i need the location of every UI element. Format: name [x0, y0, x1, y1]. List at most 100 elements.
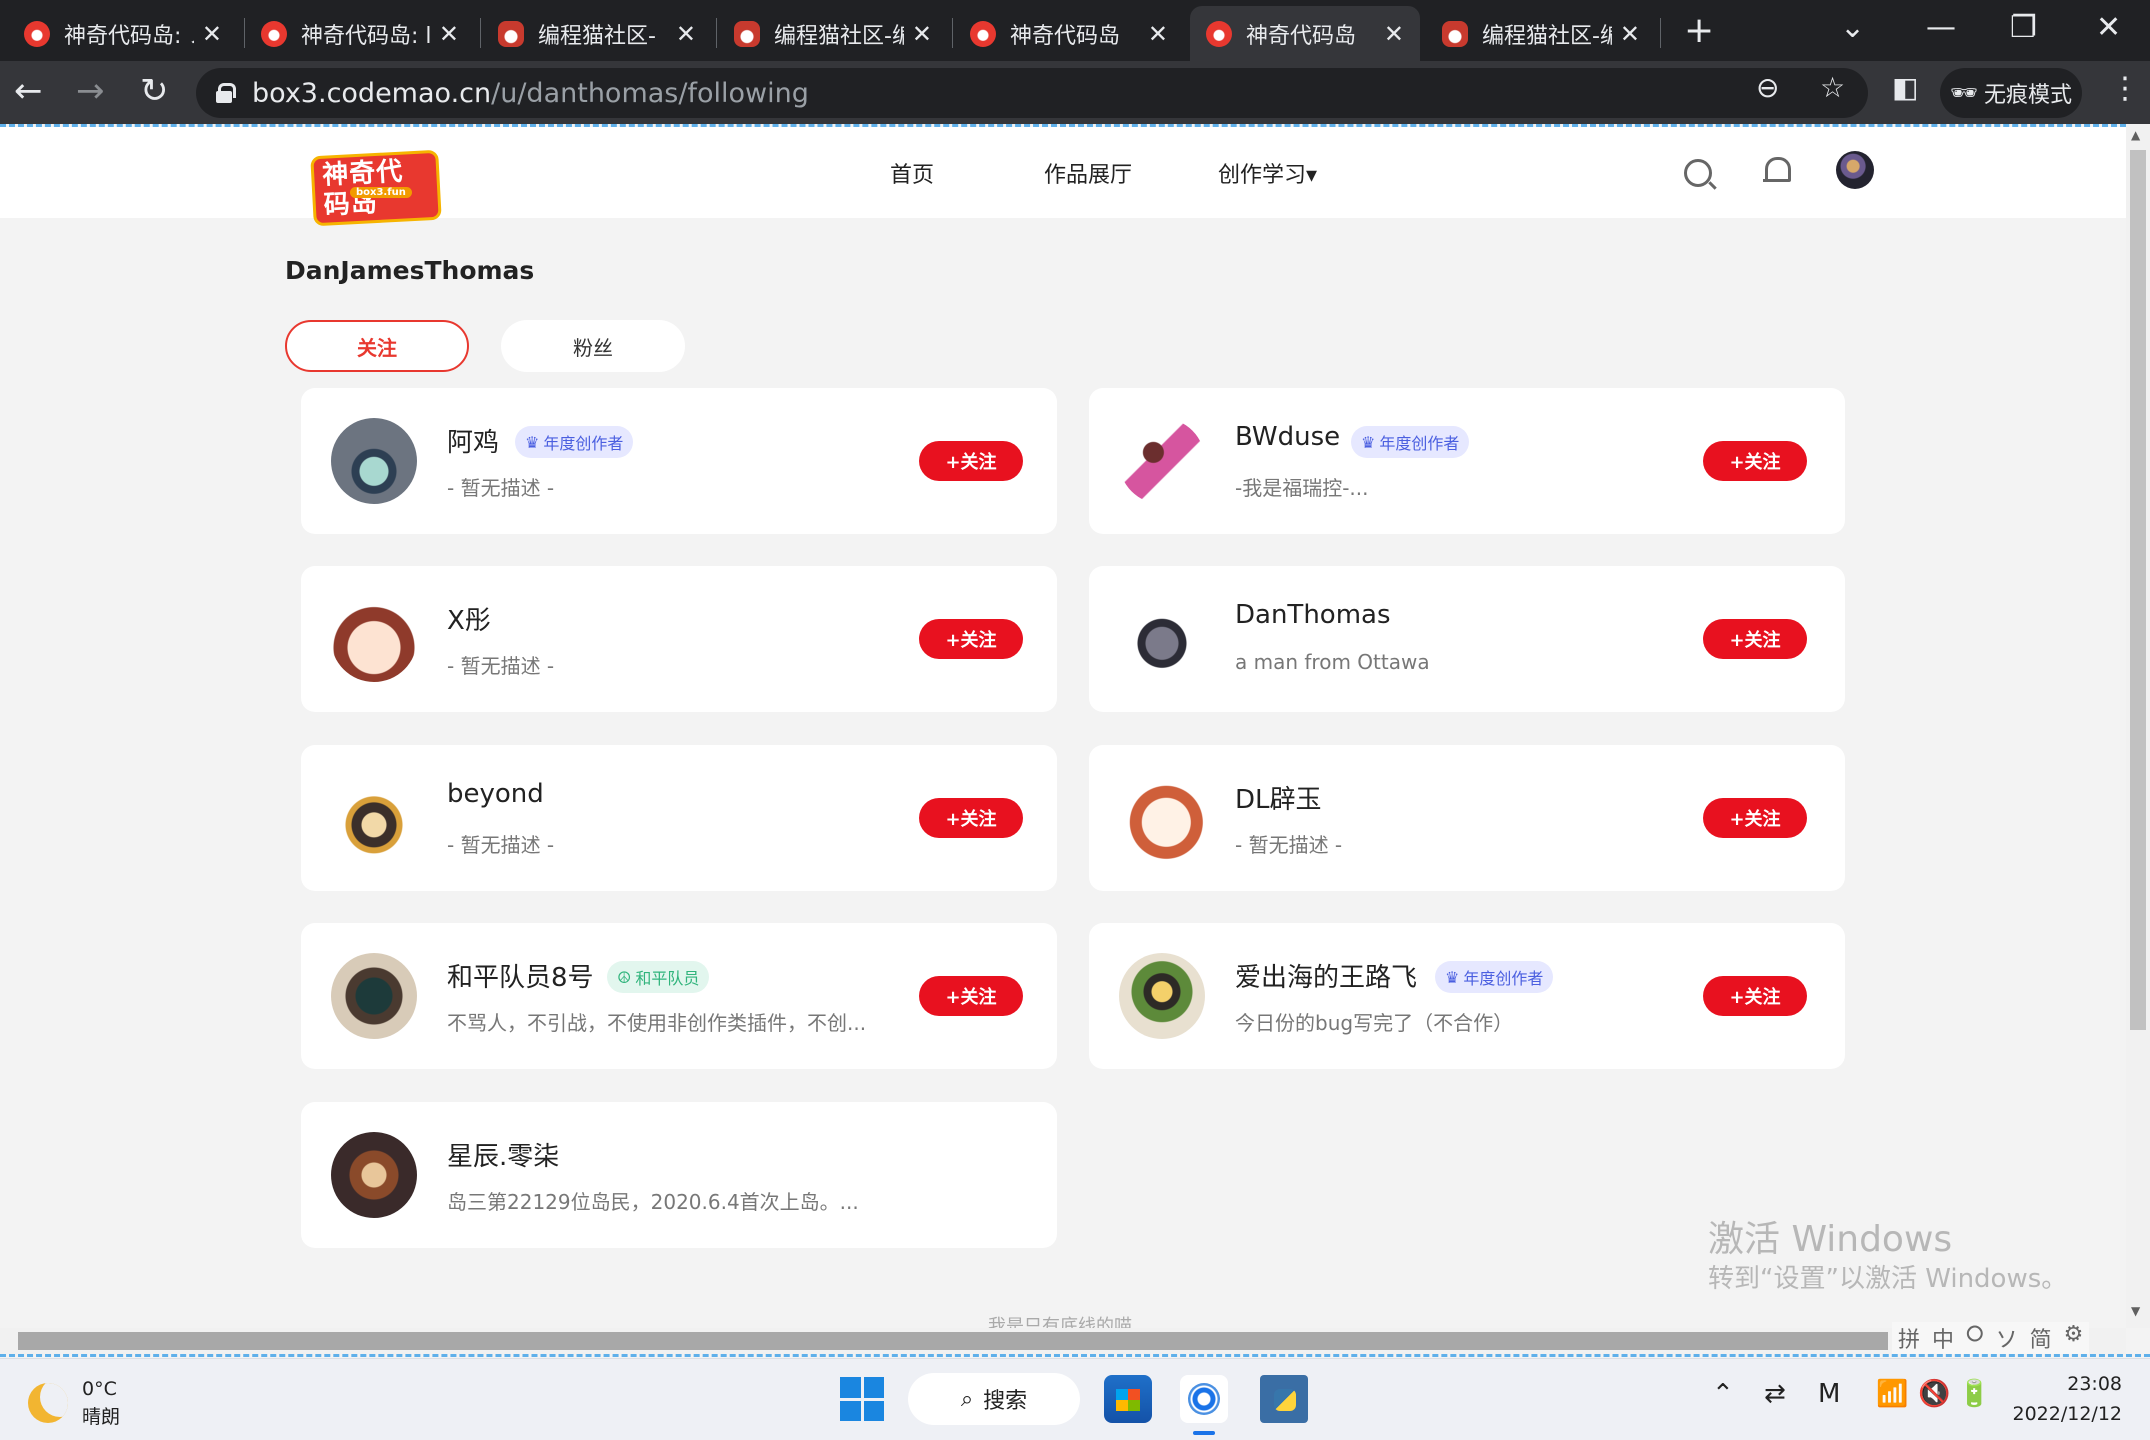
user-avatar[interactable] — [331, 775, 417, 861]
tab-followers[interactable]: 粉丝 — [501, 320, 685, 372]
browser-tab[interactable]: 神奇代码岛 ✕ — [954, 6, 1184, 61]
vertical-scrollbar[interactable]: ▲ ▼ — [2126, 124, 2150, 1328]
weather-widget[interactable]: 0°C 晴朗 — [28, 1375, 120, 1431]
forward-arrow-icon[interactable]: → — [76, 71, 105, 111]
vertical-scroll-thumb[interactable] — [2130, 150, 2146, 1030]
browser-tab[interactable]: 神奇代码岛: l ✕ — [245, 6, 475, 61]
incognito-badge[interactable]: 🕶 无痕模式 — [1940, 68, 2082, 118]
bell-icon[interactable] — [1763, 157, 1791, 187]
ime-simplified-icon[interactable]: 简 — [2030, 1322, 2052, 1354]
user-card[interactable]: DL辟玉 - 暂无描述 - +关注 — [1089, 745, 1845, 891]
user-name[interactable]: 和平队员8号 — [447, 957, 594, 994]
follow-button[interactable]: +关注 — [1703, 798, 1807, 838]
user-name[interactable]: DanThomas — [1235, 600, 1391, 630]
user-avatar[interactable] — [1119, 775, 1205, 861]
battery-icon[interactable]: 🔋 — [1958, 1379, 1990, 1409]
bookmark-star-icon[interactable]: ☆ — [1820, 71, 1845, 104]
user-name[interactable]: beyond — [447, 779, 544, 809]
follow-button[interactable]: +关注 — [1703, 619, 1807, 659]
user-avatar[interactable] — [1119, 596, 1205, 682]
browser-tab[interactable]: 编程猫社区- ✕ — [482, 6, 712, 61]
follow-button[interactable]: +关注 — [919, 619, 1023, 659]
tab-search-chevron-icon[interactable]: ⌄ — [1840, 10, 1865, 45]
ime-width-icon[interactable]: ソ — [1996, 1322, 2018, 1354]
follow-button[interactable]: +关注 — [1703, 441, 1807, 481]
user-name[interactable]: 爱出海的王路飞 — [1235, 957, 1417, 994]
app-tray-icon[interactable]: Ⅿ — [1818, 1379, 1840, 1409]
browser-tab[interactable]: 神奇代码岛: ノ ✕ — [8, 6, 238, 61]
tab-close-icon[interactable]: ✕ — [1384, 20, 1404, 48]
follow-button[interactable]: +关注 — [1703, 976, 1807, 1016]
user-name[interactable]: BWduse — [1235, 422, 1340, 452]
follow-button[interactable]: +关注 — [919, 976, 1023, 1016]
sync-icon[interactable]: ⇄ — [1764, 1379, 1786, 1409]
chrome-browser-icon[interactable] — [1180, 1375, 1228, 1423]
tab-following[interactable]: 关注 — [285, 320, 469, 372]
user-avatar[interactable] — [331, 596, 417, 682]
address-bar[interactable]: box3.codemao.cn/u/danthomas/following — [196, 68, 1868, 118]
tab-close-icon[interactable]: ✕ — [912, 20, 932, 48]
browser-tab[interactable]: 编程猫社区-编 ✕ — [1426, 6, 1656, 61]
user-card[interactable]: 和平队员8号 ☮ 和平队员 不骂人，不引战，不使用非创作类插件，不创... +关注 — [301, 923, 1057, 1069]
user-card[interactable]: DanThomas a man from Ottawa +关注 — [1089, 566, 1845, 712]
nav-gallery[interactable]: 作品展厅 — [1044, 157, 1132, 189]
user-card[interactable]: 星辰.零柒 岛三第22129位岛民，2020.6.4首次上岛。... — [301, 1102, 1057, 1248]
user-card[interactable]: BWduse ♛ 年度创作者 -我是福瑞控-... +关注 — [1089, 388, 1845, 534]
search-icon[interactable] — [1684, 159, 1712, 187]
ime-settings-icon[interactable]: ⚙ — [2064, 1322, 2084, 1354]
user-name[interactable]: X彤 — [447, 600, 491, 637]
nav-learn-dropdown[interactable]: 创作学习▾ — [1218, 157, 1317, 189]
user-card[interactable]: beyond - 暂无描述 - +关注 — [301, 745, 1057, 891]
user-name[interactable]: 星辰.零柒 — [447, 1136, 559, 1173]
taskbar-search[interactable]: ⌕ 搜索 — [908, 1373, 1080, 1425]
tab-close-icon[interactable]: ✕ — [202, 20, 222, 48]
user-avatar[interactable] — [331, 953, 417, 1039]
system-clock[interactable]: 23:08 2022/12/12 — [2012, 1369, 2122, 1429]
close-window-icon[interactable]: ✕ — [2096, 10, 2121, 45]
ime-pinyin-icon[interactable]: 拼 — [1898, 1322, 1920, 1354]
tab-close-icon[interactable]: ✕ — [439, 20, 459, 48]
user-avatar[interactable] — [1119, 418, 1205, 504]
user-avatar[interactable] — [1119, 953, 1205, 1039]
wifi-icon[interactable]: 📶 — [1876, 1379, 1908, 1409]
tab-close-icon[interactable]: ✕ — [676, 20, 696, 48]
user-avatar[interactable] — [331, 1132, 417, 1218]
nav-home[interactable]: 首页 — [890, 157, 934, 189]
volume-muted-icon[interactable]: 🔇 — [1918, 1379, 1950, 1409]
browser-menu-icon[interactable]: ⋮ — [2110, 71, 2140, 106]
user-card[interactable]: 爱出海的王路飞 ♛ 年度创作者 今日份的bug写完了（不合作） +关注 — [1089, 923, 1845, 1069]
restore-icon[interactable]: ❐ — [2010, 10, 2037, 45]
tab-close-icon[interactable]: ✕ — [1620, 20, 1640, 48]
lock-icon[interactable] — [216, 83, 236, 103]
new-tab-plus-icon[interactable]: + — [1684, 10, 1714, 51]
horizontal-scrollbar[interactable] — [0, 1328, 2126, 1354]
user-card[interactable]: 阿鸡 ♛ 年度创作者 - 暂无描述 - +关注 — [301, 388, 1057, 534]
browser-tab-active[interactable]: 神奇代码岛 ✕ — [1190, 6, 1420, 61]
user-name[interactable]: DL辟玉 — [1235, 779, 1322, 816]
follow-button[interactable]: +关注 — [919, 798, 1023, 838]
ime-punctuation-icon[interactable]: ⭘ — [1966, 1322, 1984, 1354]
show-hidden-icons-chevron-icon[interactable]: ⌃ — [1712, 1379, 1734, 1409]
horizontal-scroll-thumb[interactable] — [18, 1332, 1888, 1350]
follow-button[interactable]: +关注 — [919, 441, 1023, 481]
tab-close-icon[interactable]: ✕ — [1148, 20, 1168, 48]
browser-tab[interactable]: 编程猫社区-编 ✕ — [718, 6, 948, 61]
python-app-icon[interactable] — [1260, 1375, 1308, 1423]
zoom-out-icon[interactable]: ⊖ — [1756, 71, 1779, 104]
url-text: box3.codemao.cn/u/danthomas/following — [252, 77, 809, 109]
user-avatar[interactable] — [1836, 151, 1874, 189]
user-card[interactable]: X彤 - 暂无描述 - +关注 — [301, 566, 1057, 712]
minimize-icon[interactable]: — — [1926, 10, 1956, 45]
microsoft-store-icon[interactable] — [1104, 1375, 1152, 1423]
user-avatar[interactable] — [331, 418, 417, 504]
ime-chinese-mode-icon[interactable]: 中 — [1932, 1322, 1954, 1354]
reload-icon[interactable]: ↻ — [140, 71, 169, 111]
site-logo[interactable]: 神奇代码岛 box3.fun — [310, 149, 442, 227]
scroll-down-arrow-icon[interactable]: ▼ — [2131, 1304, 2140, 1318]
back-arrow-icon[interactable]: ← — [14, 71, 43, 111]
user-name[interactable]: 阿鸡 — [447, 422, 499, 459]
start-windows-icon[interactable] — [840, 1377, 884, 1421]
tab-title: 编程猫社区-编 — [774, 23, 904, 49]
side-panel-icon[interactable]: ◧ — [1892, 71, 1918, 104]
scroll-up-arrow-icon[interactable]: ▲ — [2131, 128, 2140, 142]
